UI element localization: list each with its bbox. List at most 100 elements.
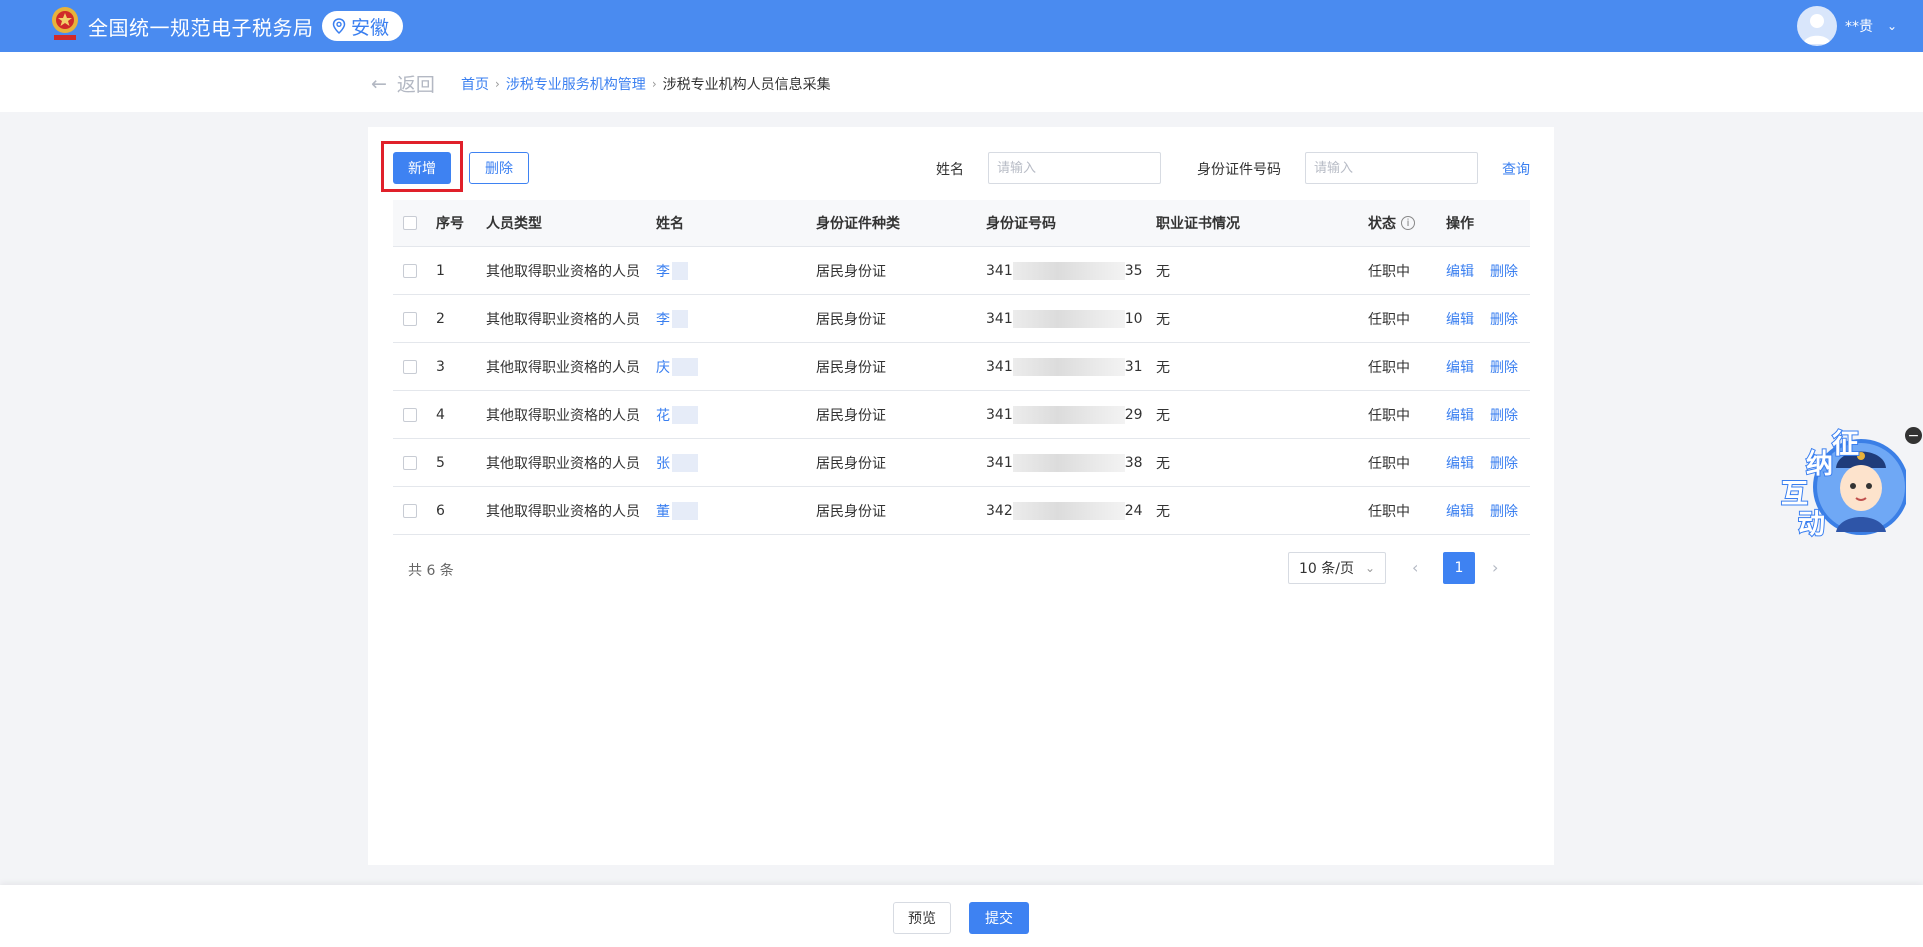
col-name: 姓名 (656, 216, 684, 232)
row-id-suffix: 38 (1124, 454, 1143, 471)
breadcrumb-current: 涉税专业机构人员信息采集 (662, 77, 831, 93)
name-input[interactable] (988, 152, 1161, 184)
delete-link[interactable]: 删除 (1490, 357, 1518, 377)
chevron-down-icon: ⌄ (1886, 19, 1897, 33)
row-certificate: 无 (1156, 407, 1170, 424)
row-person-type: 其他取得职业资格的人员 (486, 311, 640, 328)
query-button[interactable]: 查询 (1502, 159, 1530, 179)
table-row: 5 其他取得职业资格的人员 张 居民身份证 341 38 无 任职中 编辑 删除 (393, 439, 1530, 487)
page-number-button[interactable]: 1 (1443, 552, 1475, 584)
edit-link[interactable]: 编辑 (1446, 261, 1474, 281)
row-id-type: 居民身份证 (816, 455, 886, 472)
row-id-prefix: 342 (986, 502, 1013, 519)
breadcrumb-home[interactable]: 首页 (461, 74, 489, 94)
row-name-link[interactable]: 花 (656, 405, 670, 425)
row-person-type: 其他取得职业资格的人员 (486, 263, 640, 280)
page-size-select[interactable]: 10 条/页 ⌄ (1288, 552, 1386, 584)
row-person-type: 其他取得职业资格的人员 (486, 455, 640, 472)
row-index: 6 (436, 502, 445, 519)
row-index: 3 (436, 358, 445, 375)
close-icon[interactable]: − (1905, 427, 1922, 444)
row-name-link[interactable]: 李 (656, 309, 670, 329)
table-row: 6 其他取得职业资格的人员 董 居民身份证 342 24 无 任职中 编辑 删除 (393, 487, 1530, 535)
page-size-value: 10 条/页 (1299, 561, 1354, 577)
row-name-link[interactable]: 李 (656, 261, 670, 281)
delete-link[interactable]: 删除 (1490, 453, 1518, 473)
masked-id (1012, 261, 1125, 280)
widget-char-1: 征 (1831, 428, 1860, 461)
preview-button[interactable]: 预览 (893, 902, 951, 934)
edit-link[interactable]: 编辑 (1446, 501, 1474, 521)
row-index: 1 (436, 262, 445, 279)
row-name-link[interactable]: 张 (656, 453, 670, 473)
masked-id (1012, 405, 1125, 424)
edit-link[interactable]: 编辑 (1446, 405, 1474, 425)
row-checkbox[interactable] (403, 263, 417, 278)
interaction-widget[interactable]: 征 纳 互 动 (1776, 420, 1906, 545)
row-id-suffix: 24 (1124, 502, 1143, 519)
tax-emblem-icon (52, 7, 78, 40)
submit-button[interactable]: 提交 (969, 902, 1029, 934)
row-person-type: 其他取得职业资格的人员 (486, 407, 640, 424)
row-certificate: 无 (1156, 311, 1170, 328)
table-row: 4 其他取得职业资格的人员 花 居民身份证 341 29 无 任职中 编辑 删除 (393, 391, 1530, 439)
info-icon[interactable]: i (1401, 216, 1415, 230)
row-id-type: 居民身份证 (816, 311, 886, 328)
delete-link[interactable]: 删除 (1490, 309, 1518, 329)
row-person-type: 其他取得职业资格的人员 (486, 359, 640, 376)
chevron-right-icon: › (651, 77, 657, 91)
table-header: 序号 人员类型 姓名 身份证件种类 身份证号码 职业证书情况 状态 i 操作 (393, 200, 1530, 247)
masked-name (672, 357, 698, 376)
row-certificate: 无 (1156, 359, 1170, 376)
row-id-prefix: 341 (986, 454, 1013, 471)
delete-link[interactable]: 删除 (1490, 405, 1518, 425)
next-page-button[interactable]: › (1492, 558, 1498, 577)
row-id-prefix: 341 (986, 406, 1013, 423)
select-all-checkbox[interactable] (403, 216, 417, 230)
masked-id (1012, 501, 1125, 520)
row-index: 2 (436, 310, 445, 327)
masked-name (672, 309, 688, 328)
row-checkbox[interactable] (403, 407, 417, 422)
delete-link[interactable]: 删除 (1490, 261, 1518, 281)
region-selector[interactable]: 安徽 (322, 11, 404, 41)
row-id-suffix: 29 (1124, 406, 1143, 423)
col-person-type: 人员类型 (486, 216, 542, 232)
row-checkbox[interactable] (403, 359, 417, 374)
row-id-prefix: 341 (986, 262, 1013, 279)
id-number-input[interactable] (1305, 152, 1478, 184)
row-checkbox[interactable] (403, 311, 417, 326)
breadcrumb-bar: ← 返回 首页 › 涉税专业服务机构管理 › 涉税专业机构人员信息采集 (0, 52, 1923, 112)
row-checkbox[interactable] (403, 455, 417, 470)
region-label: 安徽 (351, 16, 390, 39)
chevron-right-icon: › (495, 77, 500, 91)
col-certificate: 职业证书情况 (1156, 216, 1240, 232)
row-id-suffix: 31 (1124, 358, 1143, 375)
back-button[interactable]: ← 返回 (371, 70, 435, 97)
widget-char-4: 动 (1797, 508, 1826, 541)
col-id-number: 身份证号码 (986, 216, 1056, 232)
prev-page-button[interactable]: ‹ (1412, 558, 1418, 577)
edit-link[interactable]: 编辑 (1446, 453, 1474, 473)
delete-link[interactable]: 删除 (1490, 501, 1518, 521)
row-id-type: 居民身份证 (816, 407, 886, 424)
batch-delete-button[interactable]: 删除 (469, 152, 529, 184)
row-checkbox[interactable] (403, 503, 417, 518)
user-menu[interactable]: **贵 ⌄ (1796, 6, 1897, 46)
add-button[interactable]: 新增 (393, 152, 451, 184)
row-name-link[interactable]: 董 (656, 501, 670, 521)
masked-name (672, 501, 698, 520)
top-header: 全国统一规范电子税务局 安徽 **贵 ⌄ (0, 0, 1923, 52)
user-avatar-icon (1796, 6, 1837, 46)
user-name: **贵 (1844, 19, 1873, 35)
col-index: 序号 (436, 216, 464, 232)
total-count: 共 6 条 (408, 563, 454, 579)
breadcrumb-agency-management[interactable]: 涉税专业服务机构管理 (506, 74, 646, 94)
row-name-link[interactable]: 庆 (656, 357, 670, 377)
chevron-left-icon: ‹ (1412, 558, 1419, 577)
edit-link[interactable]: 编辑 (1446, 309, 1474, 329)
row-id-type: 居民身份证 (816, 503, 886, 520)
footer-bar: 预览 提交 (0, 885, 1923, 947)
masked-id (1012, 357, 1125, 376)
edit-link[interactable]: 编辑 (1446, 357, 1474, 377)
